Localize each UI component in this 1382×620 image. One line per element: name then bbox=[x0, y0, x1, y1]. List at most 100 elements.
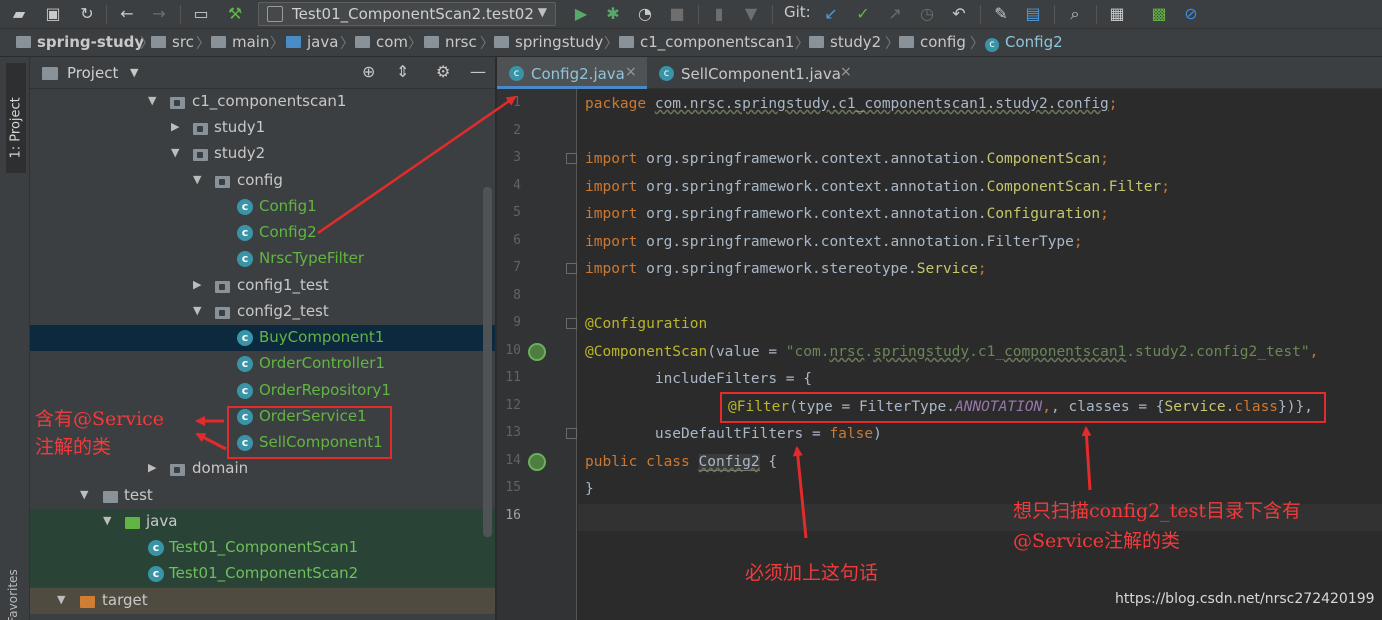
git-commit-check-icon[interactable]: ✓ bbox=[852, 3, 874, 25]
tool-window-stripe: 1: Project 2: Favorites bbox=[0, 57, 30, 620]
test-class-icon: c bbox=[148, 566, 164, 582]
tree-node[interactable]: c Test01_ComponentScan1 bbox=[30, 535, 495, 561]
tree-node[interactable]: ▶ study1 bbox=[30, 115, 495, 141]
expand-arrow-icon[interactable]: ▼ bbox=[57, 593, 65, 606]
search-icon[interactable]: ⌕ bbox=[1064, 3, 1086, 25]
expand-arrow-icon[interactable]: ▼ bbox=[80, 488, 88, 501]
breadcrumb-item[interactable]: java bbox=[286, 33, 338, 53]
git-compare-icon[interactable]: ↗ bbox=[884, 3, 906, 25]
locate-target-icon[interactable]: ⊕ bbox=[362, 62, 375, 81]
git-update-icon[interactable]: ↙ bbox=[820, 3, 842, 25]
breadcrumb-item[interactable]: c Config2 bbox=[985, 33, 1063, 53]
tab-config2-java[interactable]: c Config2.java × bbox=[497, 57, 647, 89]
breadcrumb: spring-study 〉 src 〉 main 〉 java 〉 com 〉… bbox=[0, 29, 1382, 57]
collapse-arrow-icon[interactable]: ▶ bbox=[148, 461, 156, 474]
terminal-icon[interactable]: ▭ bbox=[190, 3, 212, 25]
favorites-tool-button[interactable]: 2: Favorites bbox=[6, 529, 20, 620]
source-folder-icon bbox=[286, 36, 301, 48]
forward-icon[interactable]: → bbox=[148, 3, 170, 25]
task-icon[interactable]: ▦ bbox=[1106, 3, 1128, 25]
vcs-push-icon[interactable]: ▼ bbox=[740, 3, 762, 25]
fold-marker-icon[interactable] bbox=[566, 153, 577, 164]
tree-node[interactable]: ▶ config1_test bbox=[30, 273, 495, 299]
build-hammer-icon[interactable]: ⚒ bbox=[224, 3, 246, 25]
tree-node[interactable]: c NrscTypeFilter bbox=[30, 246, 495, 272]
folder-icon bbox=[42, 67, 58, 80]
project-scrollbar[interactable] bbox=[483, 187, 492, 537]
tree-node[interactable]: c Config2 bbox=[30, 220, 495, 246]
run-config-select[interactable]: Test01_ComponentScan2.test02 ▼ bbox=[258, 2, 556, 26]
expand-arrow-icon[interactable]: ▼ bbox=[193, 173, 201, 186]
breadcrumb-item[interactable]: spring-study bbox=[16, 33, 144, 53]
folder-icon bbox=[619, 36, 634, 48]
tab-sellcomponent1-java[interactable]: c SellComponent1.java × bbox=[649, 57, 852, 89]
breadcrumb-item[interactable]: springstudy bbox=[494, 33, 603, 53]
fold-marker-icon[interactable] bbox=[566, 263, 577, 274]
spring-bean-icon[interactable] bbox=[528, 453, 546, 471]
sync-icon[interactable]: ↻ bbox=[76, 3, 98, 25]
project-structure-icon[interactable]: ▤ bbox=[1022, 3, 1044, 25]
folder-icon bbox=[355, 36, 370, 48]
close-icon[interactable]: × bbox=[625, 64, 637, 80]
profiler-graph-icon[interactable]: ▩ bbox=[1148, 3, 1170, 25]
expand-arrow-icon[interactable]: ▼ bbox=[103, 514, 111, 527]
folder-icon bbox=[424, 36, 439, 48]
collapse-arrow-icon[interactable]: ▶ bbox=[193, 278, 201, 291]
close-icon[interactable]: × bbox=[840, 64, 852, 80]
tree-node[interactable]: ▼ target bbox=[30, 588, 495, 614]
tree-node[interactable]: c OrderRepository1 bbox=[30, 378, 495, 404]
class-icon: c bbox=[509, 66, 524, 81]
package-icon bbox=[193, 123, 208, 135]
code-line: includeFilters = { bbox=[585, 371, 812, 387]
breadcrumb-item[interactable]: nrsc bbox=[424, 33, 477, 53]
save-icon[interactable]: ▣ bbox=[42, 3, 64, 25]
spring-bean-search-icon[interactable] bbox=[528, 343, 546, 361]
tree-node[interactable]: ▼ config bbox=[30, 168, 495, 194]
fold-marker-icon[interactable] bbox=[566, 428, 577, 439]
code-line: import org.springframework.context.annot… bbox=[585, 151, 1109, 167]
breadcrumb-item[interactable]: study2 bbox=[809, 33, 881, 53]
coverage-icon[interactable]: ◔ bbox=[634, 3, 656, 25]
code-line: package com.nrsc.springstudy.c1_componen… bbox=[585, 96, 1118, 112]
breadcrumb-item[interactable]: c1_componentscan1 bbox=[619, 33, 794, 53]
power-save-icon[interactable]: ⊘ bbox=[1180, 3, 1202, 25]
open-folder-icon[interactable]: ▰ bbox=[8, 3, 30, 25]
breadcrumb-item[interactable]: main bbox=[211, 33, 269, 53]
expand-arrow-icon[interactable]: ▼ bbox=[171, 146, 179, 159]
breadcrumb-item[interactable]: config bbox=[899, 33, 966, 53]
tree-node[interactable]: ▼ config2_test bbox=[30, 299, 495, 325]
expand-arrow-icon[interactable]: ▼ bbox=[148, 94, 156, 107]
collapse-all-icon[interactable]: ⇕ bbox=[396, 62, 409, 81]
settings-wrench-icon[interactable]: ✎ bbox=[990, 3, 1012, 25]
expand-arrow-icon[interactable]: ▼ bbox=[193, 304, 201, 317]
tree-node[interactable]: ▼ test bbox=[30, 483, 495, 509]
folder-icon bbox=[151, 36, 166, 48]
tree-node-selected[interactable]: c BuyComponent1 bbox=[30, 325, 495, 351]
tree-node[interactable]: ▼ study2 bbox=[30, 141, 495, 167]
breadcrumb-item[interactable]: com bbox=[355, 33, 408, 53]
hide-minimize-icon[interactable]: — bbox=[470, 62, 486, 81]
project-view-select[interactable]: Project bbox=[67, 64, 118, 82]
project-tool-button[interactable]: 1: Project bbox=[6, 63, 26, 173]
annotation-box-service-classes bbox=[227, 406, 392, 459]
tree-node[interactable]: ▼ java bbox=[30, 509, 495, 535]
run-icon[interactable]: ▶ bbox=[570, 3, 592, 25]
editor-gutter: 1 2 3 4 5 6 7 8 9 10 11 12 13 14 15 16 bbox=[497, 89, 577, 620]
revert-icon[interactable]: ↶ bbox=[948, 3, 970, 25]
debug-bug-icon[interactable]: ✱ bbox=[602, 3, 624, 25]
gear-icon[interactable]: ⚙ bbox=[436, 62, 450, 81]
breadcrumb-item[interactable]: src bbox=[151, 33, 194, 53]
tree-node[interactable]: c Test01_ComponentScan2 bbox=[30, 561, 495, 587]
vcs-update-icon[interactable]: ▮ bbox=[708, 3, 730, 25]
code-editor[interactable]: package com.nrsc.springstudy.c1_componen… bbox=[578, 89, 1382, 620]
annotation-scan-note: 想只扫描config2_test目录下含有 bbox=[1013, 500, 1302, 522]
fold-marker-icon[interactable] bbox=[566, 318, 577, 329]
back-icon[interactable]: ← bbox=[116, 3, 138, 25]
tree-node[interactable]: c Config1 bbox=[30, 194, 495, 220]
tree-node[interactable]: c OrderController1 bbox=[30, 351, 495, 377]
collapse-arrow-icon[interactable]: ▶ bbox=[171, 120, 179, 133]
tree-node[interactable]: ▼ c1_componentscan1 bbox=[30, 89, 495, 115]
stop-icon[interactable]: ■ bbox=[666, 3, 688, 25]
git-history-clock-icon[interactable]: ◷ bbox=[916, 3, 938, 25]
chevron-down-icon[interactable]: ▼ bbox=[130, 66, 138, 79]
